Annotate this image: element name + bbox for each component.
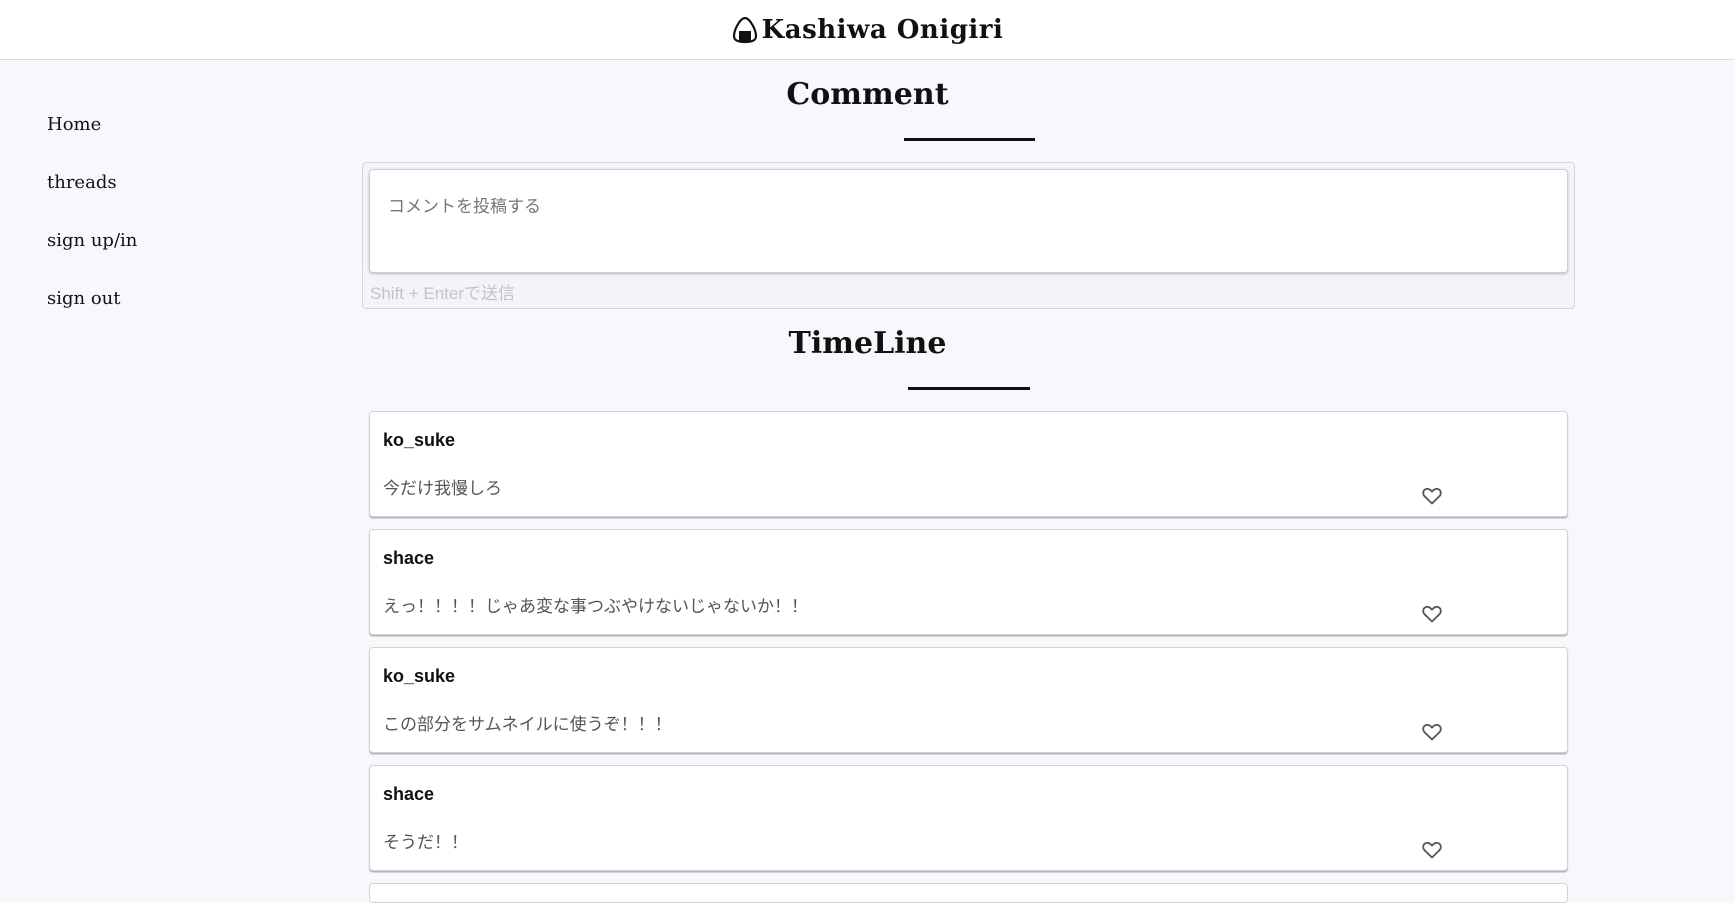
sidebar-item-sign-out[interactable]: sign out bbox=[47, 288, 137, 310]
timeline-post: ko_suke この部分をサムネイルに使うぞ！！！ bbox=[369, 647, 1568, 753]
comment-input[interactable] bbox=[369, 169, 1568, 273]
brand[interactable]: Kashiwa Onigiri bbox=[732, 15, 1004, 45]
timeline-post: shace そうだ！！ bbox=[369, 765, 1568, 871]
post-username[interactable]: ko_suke bbox=[383, 666, 455, 687]
comment-section-title: Comment bbox=[786, 77, 949, 112]
post-text: えっ！！！！じゃあ変な事つぶやけないじゃないか！！ bbox=[383, 597, 808, 617]
heart-icon[interactable] bbox=[1422, 487, 1442, 505]
post-text: 今だけ我慢しろ bbox=[383, 479, 502, 499]
timeline-post: shace えっ！！！！じゃあ変な事つぶやけないじゃないか！！ bbox=[369, 529, 1568, 635]
onigiri-icon bbox=[732, 16, 757, 43]
app-header: Kashiwa Onigiri bbox=[0, 0, 1735, 60]
sidebar-item-threads[interactable]: threads bbox=[47, 172, 137, 194]
timeline-title-underline bbox=[908, 387, 1030, 390]
post-username[interactable]: shace bbox=[383, 548, 434, 569]
comment-form: Shift + Enterで送信 bbox=[362, 162, 1575, 309]
comment-hint: Shift + Enterで送信 bbox=[370, 284, 516, 303]
brand-title: Kashiwa Onigiri bbox=[761, 14, 1004, 45]
sidebar-item-home[interactable]: Home bbox=[47, 114, 137, 136]
comment-title-underline bbox=[904, 138, 1035, 141]
heart-icon[interactable] bbox=[1422, 841, 1442, 859]
timeline-post: ko_suke 今だけ我慢しろ bbox=[369, 411, 1568, 517]
post-text: この部分をサムネイルに使うぞ！！！ bbox=[383, 715, 672, 735]
post-text: そうだ！！ bbox=[383, 833, 468, 853]
heart-icon[interactable] bbox=[1422, 723, 1442, 741]
timeline-post bbox=[369, 883, 1568, 903]
timeline-list: ko_suke 今だけ我慢しろ shace えっ！！！！じゃあ変な事つぶやけない… bbox=[369, 411, 1569, 883]
sidebar-nav: Home threads sign up/in sign out bbox=[47, 114, 137, 346]
post-username[interactable]: shace bbox=[383, 784, 434, 805]
sidebar-item-sign-up-in[interactable]: sign up/in bbox=[47, 230, 137, 252]
timeline-section-title: TimeLine bbox=[788, 326, 947, 361]
post-username[interactable]: ko_suke bbox=[383, 430, 455, 451]
heart-icon[interactable] bbox=[1422, 605, 1442, 623]
